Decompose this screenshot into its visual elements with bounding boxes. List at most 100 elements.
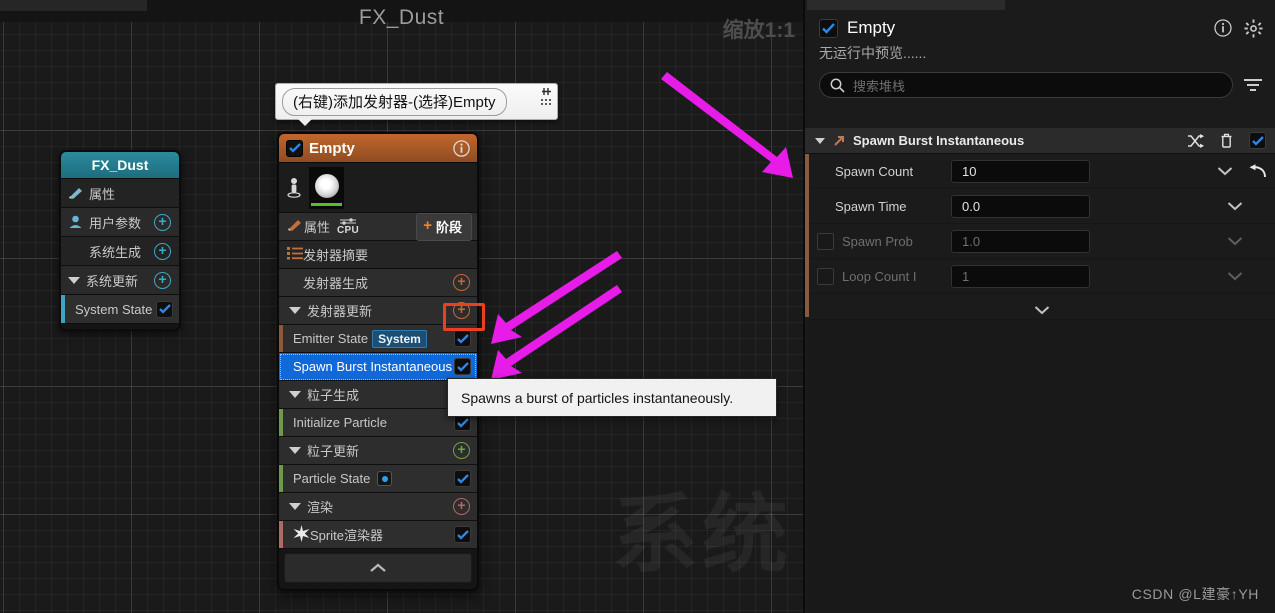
search-input[interactable]: 搜索堆栈 [819, 72, 1233, 98]
emitter-module-emitter-state[interactable]: Emitter State System [279, 325, 477, 353]
chevron-down-icon[interactable] [1227, 271, 1243, 281]
system-row-user-params[interactable]: 用户参数 + [61, 208, 179, 237]
caret-down-icon[interactable] [289, 307, 301, 314]
details-panel-header: Empty 无运行中预览...... 搜索堆栈 [805, 12, 1275, 98]
emitter-thumbnail-strip [279, 163, 477, 213]
pencil-icon [68, 186, 86, 200]
expand-more-properties-button[interactable] [809, 300, 1275, 320]
property-row-spawn-time[interactable]: Spawn Time 0.0 [809, 189, 1275, 224]
emitter-row-properties[interactable]: 属性 CPU + 阶段 [279, 212, 477, 241]
spawn-probability-checkbox[interactable] [817, 232, 834, 250]
grip-icon[interactable] [540, 99, 552, 107]
pin-icon[interactable] [541, 87, 552, 96]
system-node[interactable]: FX_Dust 属性 用户参数 + 系统生成 + 系统更新 + System S… [59, 150, 181, 331]
caret-down-icon[interactable] [68, 276, 80, 284]
emitter-node-header[interactable]: Empty [279, 134, 477, 163]
emitter-row-label: Initialize Particle [293, 415, 387, 430]
callout-window-icons[interactable] [539, 87, 553, 107]
details-title-row: Empty [805, 12, 1275, 38]
sprite-renderer-enabled-checkbox[interactable] [454, 526, 471, 543]
check-icon [456, 473, 469, 484]
add-emitter-update-module-button[interactable]: + [453, 302, 470, 319]
property-label-container: Loop Count I [809, 267, 940, 285]
system-node-header[interactable]: FX_Dust [61, 152, 179, 179]
shuffle-icon[interactable] [1187, 133, 1204, 148]
info-icon[interactable] [453, 139, 470, 157]
property-row-loop-count-interval[interactable]: Loop Count I 1 [809, 259, 1275, 294]
property-controls [1227, 236, 1243, 246]
emitter-group-particle-update[interactable]: 粒子更新 + [279, 437, 477, 465]
cpu-sim-target-icon[interactable]: CPU [337, 217, 359, 236]
details-title: Empty [847, 18, 896, 37]
check-icon [822, 22, 835, 34]
reset-icon[interactable] [1249, 163, 1267, 179]
chevron-down-icon [1034, 305, 1050, 314]
spawn-count-input[interactable]: 10 [951, 159, 1090, 183]
tooltip-text: Spawns a burst of particles instantaneou… [461, 389, 734, 406]
add-emitter-spawn-module-button[interactable]: + [453, 274, 470, 291]
loop-count-checkbox[interactable] [817, 267, 834, 285]
chevron-up-icon [370, 563, 386, 572]
selection-details-panel[interactable]: Empty 无运行中预览...... 搜索堆栈 Spawn Burst Inst… [803, 0, 1275, 613]
emitter-module-sprite-renderer[interactable]: Sprite渲染器 [279, 521, 477, 549]
spawn-burst-enabled-checkbox[interactable] [454, 358, 471, 375]
emitter-row-summary[interactable]: 发射器摘要 [279, 241, 477, 269]
details-panel-empty-area [809, 320, 1275, 613]
chevron-down-icon[interactable] [1217, 166, 1233, 176]
info-icon[interactable] [1214, 19, 1232, 37]
emitter-state-enabled-checkbox[interactable] [454, 330, 471, 347]
details-enabled-checkbox[interactable] [819, 18, 838, 38]
property-row-spawn-count[interactable]: Spawn Count 10 [809, 154, 1275, 189]
particle-state-enabled-checkbox[interactable] [454, 470, 471, 487]
add-stage-label: 阶段 [435, 219, 462, 235]
trash-icon[interactable] [1219, 133, 1234, 148]
caret-down-icon[interactable] [289, 447, 301, 454]
property-row-spawn-probability[interactable]: Spawn Prob 1.0 [809, 224, 1275, 259]
details-subtitle: 无运行中预览...... [819, 45, 927, 61]
niagara-graph-canvas[interactable]: FX_Dust 缩放1:1 系统 (右键)添加发射器-(选择)Empty FX_… [0, 0, 803, 613]
spawn-probability-input[interactable]: 1.0 [951, 229, 1090, 253]
add-renderer-button[interactable]: + [453, 498, 470, 515]
system-row-properties[interactable]: 属性 [61, 179, 179, 208]
spawn-time-input[interactable]: 0.0 [951, 194, 1090, 218]
system-row-system-state[interactable]: System State [61, 295, 179, 324]
add-stage-button[interactable]: + 阶段 [416, 212, 472, 241]
system-state-checkbox[interactable] [156, 300, 173, 318]
background-watermark: 系统 [612, 487, 792, 583]
caret-down-icon[interactable] [289, 503, 301, 510]
add-user-param-button[interactable]: + [154, 213, 171, 231]
caret-down-icon[interactable] [815, 137, 825, 144]
emitter-enabled-checkbox[interactable] [286, 139, 303, 157]
chevron-down-icon[interactable] [1227, 201, 1243, 211]
chevron-down-icon[interactable] [1227, 236, 1243, 246]
system-row-system-spawn[interactable]: 系统生成 + [61, 237, 179, 266]
property-label: Spawn Time [835, 198, 907, 214]
emitter-module-spawn-burst-instantaneous[interactable]: Spawn Burst Instantaneous [279, 353, 477, 381]
add-particle-update-module-button[interactable]: + [453, 442, 470, 459]
details-search-row: 搜索堆栈 [805, 63, 1275, 98]
module-header-spawn-burst[interactable]: Spawn Burst Instantaneous [805, 128, 1275, 154]
callout-tail [298, 119, 312, 126]
filter-icon[interactable] [1243, 78, 1263, 92]
emitter-preview-thumbnail[interactable] [309, 166, 344, 209]
emitter-node-empty[interactable]: Empty 属性 CPU + 阶段 发射器摘要 发射器生成 + 发射器更新 + … [277, 132, 479, 591]
details-panel-tab-strip[interactable] [807, 0, 1005, 10]
add-system-spawn-module-button[interactable]: + [154, 242, 171, 260]
caret-down-icon[interactable] [289, 391, 301, 398]
add-system-update-module-button[interactable]: + [154, 271, 171, 289]
gear-icon[interactable] [1244, 18, 1263, 38]
emitter-group-emitter-update[interactable]: 发射器更新 + [279, 297, 477, 325]
module-enabled-checkbox[interactable] [1249, 132, 1266, 149]
module-stripe [279, 325, 283, 352]
emitter-group-render[interactable]: 渲染 + [279, 493, 477, 521]
emitter-state-scope-badge[interactable]: System [372, 329, 427, 348]
emitter-group-emitter-spawn[interactable]: 发射器生成 + [279, 269, 477, 297]
emitter-module-particle-state[interactable]: Particle State [279, 465, 477, 493]
system-row-system-update[interactable]: 系统更新 + [61, 266, 179, 295]
emitter-collapse-button[interactable] [284, 553, 472, 583]
particle-state-indicator-icon[interactable] [377, 471, 393, 486]
loop-count-input[interactable]: 1 [951, 264, 1090, 288]
emitter-row-label: Spawn Burst Instantaneous [293, 359, 452, 374]
property-value: 1 [962, 268, 970, 284]
pencil-icon [287, 218, 304, 235]
